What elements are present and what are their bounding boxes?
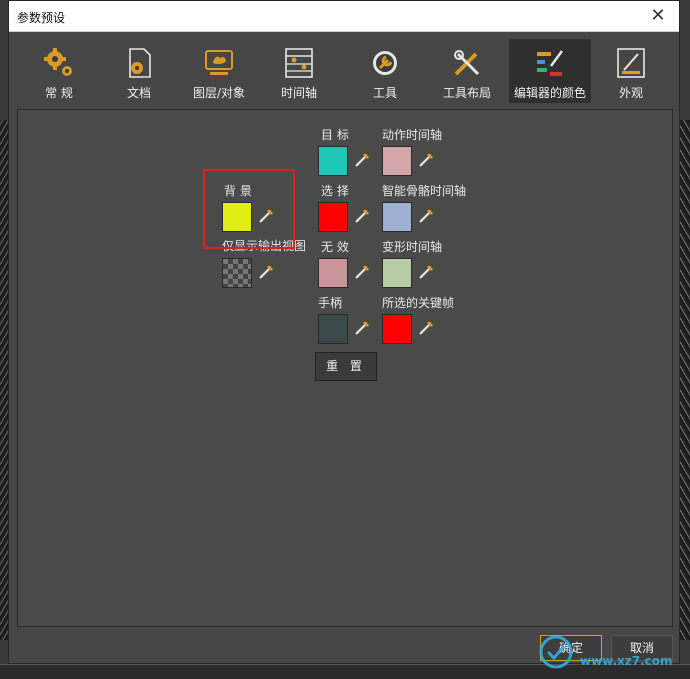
output-only-label: 仅显示输出视图: [222, 239, 307, 253]
eyedropper-icon[interactable]: [353, 207, 371, 225]
dialog-title: 参数预设: [17, 11, 66, 25]
tab-timeline[interactable]: 时间轴: [259, 39, 339, 103]
selection-label: 选 择: [321, 184, 349, 198]
tab-editor-colors[interactable]: 编辑器的颜色: [509, 39, 591, 103]
close-icon[interactable]: ✕: [647, 6, 669, 26]
timeline-icon: [285, 48, 313, 78]
handle-color-swatch[interactable]: [318, 314, 348, 344]
background-label: 背 景: [224, 184, 252, 198]
tab-label: 时间轴: [280, 86, 317, 100]
invalid-color-swatch[interactable]: [318, 258, 348, 288]
tab-label: 图层/对象: [192, 86, 246, 100]
cancel-button[interactable]: 取消: [611, 635, 673, 661]
gears-icon: [44, 48, 72, 76]
eyedropper-icon[interactable]: [257, 263, 275, 281]
target-color-swatch[interactable]: [318, 146, 348, 176]
background-app-statusbar: [0, 664, 690, 679]
eyedropper-icon[interactable]: [257, 207, 275, 225]
eyedropper-icon[interactable]: [353, 319, 371, 337]
smart-bone-timeline-color-swatch[interactable]: [382, 202, 412, 232]
tab-label: 外观: [618, 86, 643, 100]
eyedropper-icon[interactable]: [353, 263, 371, 281]
eyedropper-icon[interactable]: [417, 319, 435, 337]
eyedropper-icon[interactable]: [417, 151, 435, 169]
selected-keyframe-label: 所选的关键帧: [382, 296, 455, 310]
tab-layers-objects[interactable]: 图层/对象: [179, 39, 259, 103]
tab-label: 常 规: [45, 86, 73, 100]
tab-tools[interactable]: 工具: [345, 39, 425, 103]
deform-timeline-color-swatch[interactable]: [382, 258, 412, 288]
document-gear-icon: [129, 48, 151, 78]
wrench-icon: [373, 51, 397, 75]
smart-bone-timeline-label: 智能骨骼时间轴: [382, 184, 467, 198]
invalid-label: 无 效: [321, 240, 349, 254]
eyedropper-icon[interactable]: [353, 151, 371, 169]
tab-general[interactable]: 常 规: [19, 39, 99, 103]
action-timeline-color-swatch[interactable]: [382, 146, 412, 176]
tab-document[interactable]: 文档: [99, 39, 179, 103]
reset-button[interactable]: 重 置: [315, 352, 377, 381]
layer-object-icon: [205, 50, 233, 75]
eyedropper-icon[interactable]: [417, 207, 435, 225]
tab-appearance[interactable]: 外观: [591, 39, 671, 103]
handle-label: 手柄: [318, 296, 343, 310]
tab-label: 工具: [372, 86, 397, 100]
output-only-swatch[interactable]: [222, 258, 252, 288]
deform-timeline-label: 变形时间轴: [382, 240, 443, 254]
action-timeline-label: 动作时间轴: [382, 128, 443, 142]
tab-tools-layout[interactable]: 工具布局: [427, 39, 507, 103]
eyedropper-icon[interactable]: [417, 263, 435, 281]
preferences-tabs: 常 规 文档 图层/对象 时间轴 工具 工具布局 编辑器的颜色 外观: [9, 39, 679, 105]
tools-layout-icon: [454, 50, 480, 76]
editor-colors-icon: [537, 50, 564, 76]
tab-label: 文档: [126, 86, 151, 100]
preferences-dialog: 参数预设 ✕ 常 规 文档 图层/对象 时间轴 工具 工具布局 编辑器的颜色 外…: [8, 0, 680, 664]
ok-button[interactable]: 确定: [540, 635, 602, 661]
selected-keyframe-color-swatch[interactable]: [382, 314, 412, 344]
selection-color-swatch[interactable]: [318, 202, 348, 232]
title-bar: 参数预设 ✕: [9, 1, 679, 32]
tab-label: 编辑器的颜色: [513, 86, 586, 100]
appearance-icon: [617, 48, 645, 78]
target-label: 目 标: [321, 128, 349, 142]
tab-label: 工具布局: [442, 86, 491, 100]
background-color-swatch[interactable]: [222, 202, 252, 232]
